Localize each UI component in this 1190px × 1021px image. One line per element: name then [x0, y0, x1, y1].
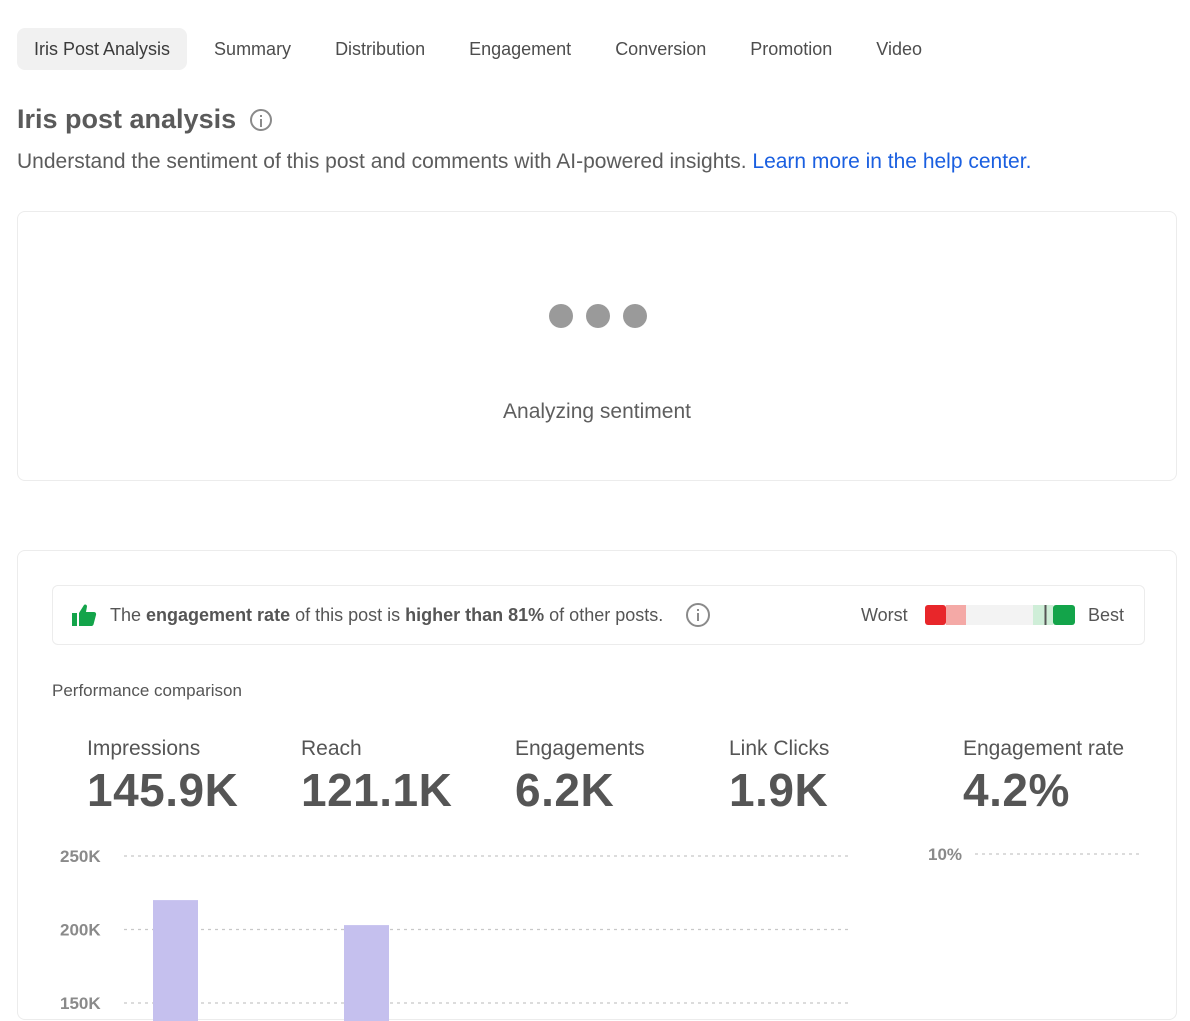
performance-card: The engagement rate of this post is high… — [17, 550, 1177, 1021]
subtitle-text: Understand the sentiment of this post an… — [17, 150, 747, 173]
metric-engagement-rate: Engagement rate 4.2% — [963, 737, 1124, 817]
tab-distribution[interactable]: Distribution — [318, 28, 442, 70]
y-tick-label: 10% — [928, 845, 962, 864]
title-row: Iris post analysis — [17, 104, 273, 135]
y-tick-label: 200K — [60, 921, 101, 940]
metric-value: 4.2% — [963, 764, 1070, 816]
tab-conversion[interactable]: Conversion — [598, 28, 723, 70]
percentile-marker — [1044, 605, 1047, 625]
tab-engagement[interactable]: Engagement — [452, 28, 588, 70]
metric-label: Engagement rate — [963, 737, 1125, 760]
loading-dot — [549, 304, 573, 328]
sentiment-card: Analyzing sentiment — [17, 211, 1177, 481]
loading-indicator — [549, 304, 647, 328]
bar-impressions — [153, 900, 198, 1021]
best-label: Best — [1088, 605, 1125, 625]
tab-bar: Iris Post Analysis Summary Distribution … — [17, 28, 949, 70]
percentile-meter — [925, 605, 1075, 625]
tab-promotion[interactable]: Promotion — [733, 28, 849, 70]
tab-summary[interactable]: Summary — [197, 28, 308, 70]
bar-reach — [344, 925, 389, 1021]
tab-video[interactable]: Video — [859, 28, 939, 70]
sentiment-status: Analyzing sentiment — [503, 400, 691, 423]
loading-dot — [623, 304, 647, 328]
page-title: Iris post analysis — [17, 104, 237, 134]
loading-dot — [586, 304, 610, 328]
y-tick-label: 150K — [60, 994, 101, 1013]
help-center-link[interactable]: Learn more in the help center. — [752, 150, 1031, 173]
info-icon[interactable] — [250, 108, 273, 131]
tab-iris-post-analysis[interactable]: Iris Post Analysis — [17, 28, 188, 70]
y-tick-label: 250K — [60, 847, 101, 866]
page-subtitle: Understand the sentiment of this post an… — [17, 150, 1031, 174]
performance-bar-chart: 250K 200K 150K — [60, 847, 848, 1021]
